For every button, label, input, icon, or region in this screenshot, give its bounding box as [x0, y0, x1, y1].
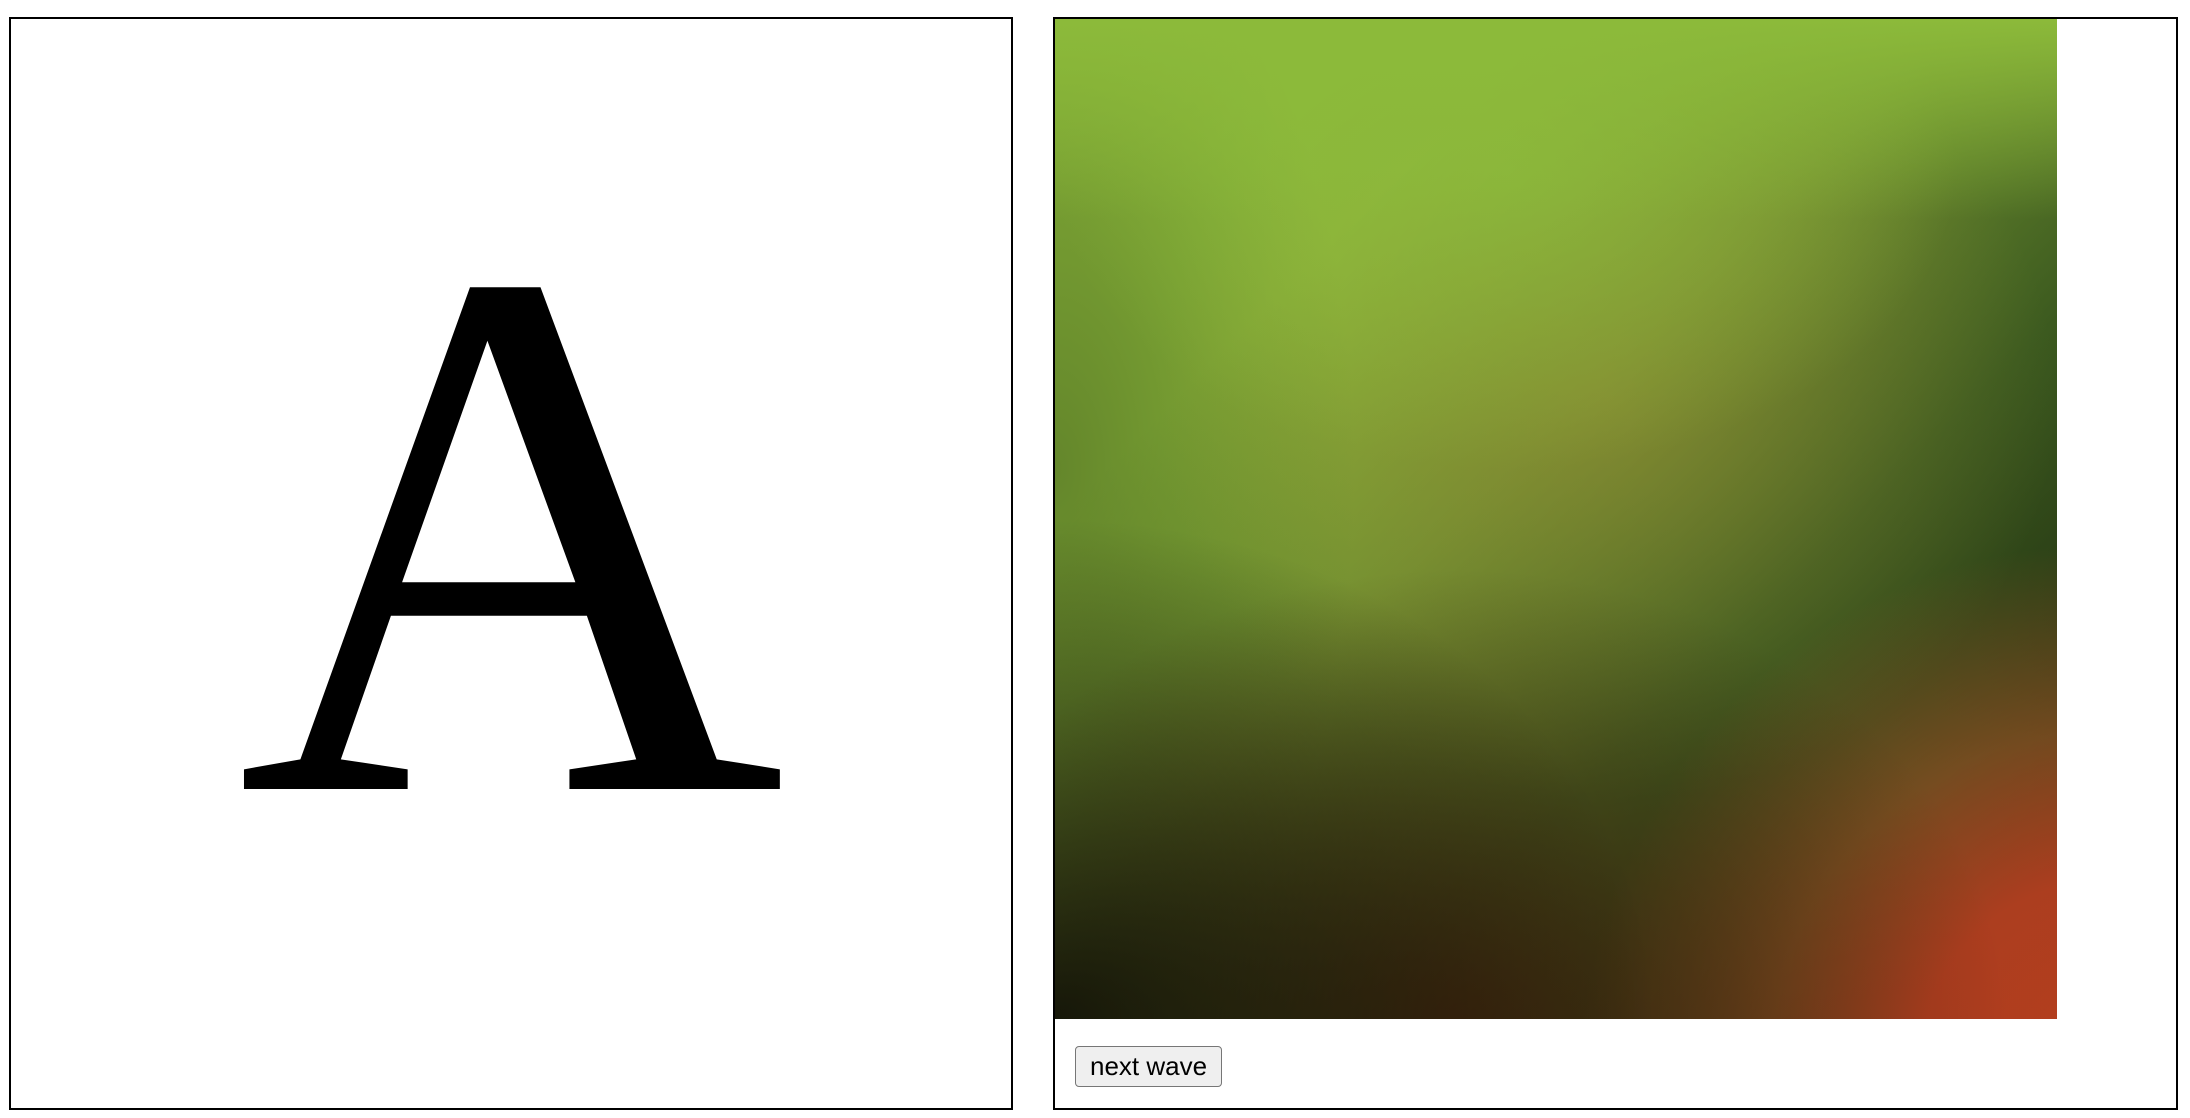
gradient-layer-top-green [1055, 19, 2057, 1019]
letter-glyph: A [236, 112, 786, 954]
wave-canvas [1055, 19, 2057, 1019]
letter-glyph-container: A [11, 19, 1011, 1108]
wave-canvas-panel: next wave [1053, 17, 2178, 1110]
next-wave-button[interactable]: next wave [1075, 1046, 1223, 1087]
letter-display-panel: A [9, 17, 1013, 1110]
